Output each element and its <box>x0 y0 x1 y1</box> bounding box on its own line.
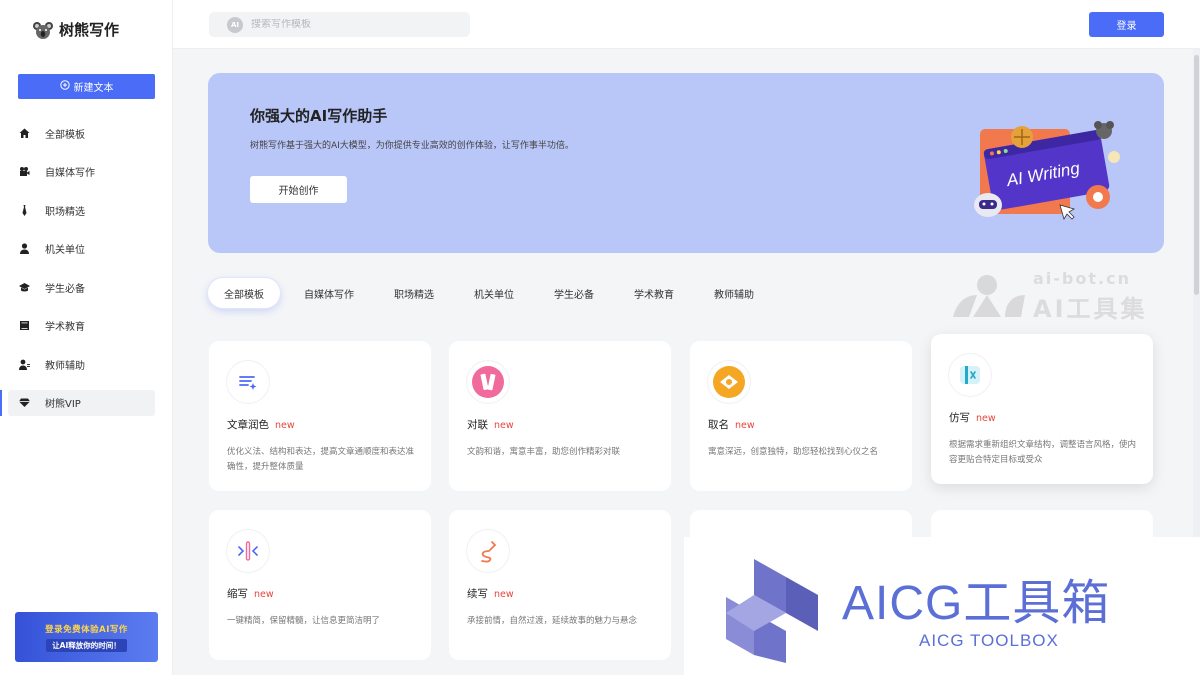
tie-icon <box>18 204 30 216</box>
card-title: 对联 <box>467 419 488 431</box>
sidebar-item-label: 自媒体写作 <box>45 168 95 180</box>
card-description: 寓意深远，创意独特，助您轻松找到心仪之名 <box>708 447 879 457</box>
sidebar-item-vip[interactable]: 树熊VIP <box>0 389 155 416</box>
card-title: 取名 <box>708 419 729 431</box>
home-icon <box>18 127 30 139</box>
new-text-label: 新建文本 <box>73 83 114 94</box>
card-title: 文章润色 <box>227 419 269 431</box>
new-badge: new <box>494 420 514 431</box>
app-logo[interactable]: 树熊写作 <box>33 19 119 40</box>
sidebar-item-teachers[interactable]: 教师辅助 <box>0 345 173 384</box>
sidebar-item-label: 职场精选 <box>45 206 85 218</box>
card-title: 续写 <box>467 588 488 600</box>
new-badge: new <box>976 413 996 424</box>
book-icon <box>18 320 30 332</box>
login-button[interactable]: 登录 <box>1089 12 1164 37</box>
ai-writing-illustration: AI Writing <box>968 117 1123 227</box>
diamond-icon <box>18 397 30 409</box>
template-card-polish[interactable]: 文章润色 new 优化义法、结构和表达，提高文章通顺度和表达准确性，提升整体质量 <box>209 341 431 491</box>
sidebar-item-all-templates[interactable]: 全部模板 <box>0 114 173 153</box>
card-description: 一键精简，保留精髓，让信息更简洁明了 <box>227 616 381 626</box>
sidebar-item-label: 机关单位 <box>45 245 85 257</box>
continue-icon <box>467 530 509 572</box>
abbreviate-icon <box>227 530 269 572</box>
app-name: 树熊写作 <box>59 21 120 39</box>
aibot-url: ai-bot.cn <box>1033 269 1131 288</box>
login-promo-banner[interactable]: 登录免费体验AI写作 让AI释放你的时间！ <box>15 612 158 662</box>
scrollbar-thumb[interactable] <box>1194 55 1199 295</box>
card-description: 文韵和谐，寓意丰富，助您创作精彩对联 <box>467 447 621 457</box>
card-title: 缩写 <box>227 588 248 600</box>
category-tabs: 全部模板 自媒体写作 职场精选 机关单位 学生必备 学术教育 教师辅助 <box>208 278 778 308</box>
new-badge: new <box>254 589 274 600</box>
new-badge: new <box>735 420 755 431</box>
sidebar-nav: 全部模板 自媒体写作 职场精选 机关单位 学生必备 学术教育 教师辅助 树熊VI… <box>0 114 173 416</box>
card-description: 承接前情，自然过渡，延续故事的魅力与悬念 <box>467 616 638 626</box>
hero-subtitle: 树熊写作基于强大的AI大模型，为你提供专业高效的创作体验，让写作事半功倍。 <box>250 141 574 151</box>
new-badge: new <box>275 420 295 431</box>
sidebar-item-label: 学术教育 <box>45 322 85 334</box>
template-card-imitate[interactable]: 仿写 new 根据需求重新组织文章结构，调整语言风格，使内容更贴合特定目标或受众 <box>931 334 1153 484</box>
new-text-button[interactable]: 新建文本 <box>18 74 155 99</box>
aibot-logo-icon <box>953 275 1025 317</box>
sidebar-item-students[interactable]: 学生必备 <box>0 268 173 307</box>
aicg-watermark: AICG工具箱 AICG TOOLBOX <box>684 537 1200 675</box>
sidebar: 树熊写作 新建文本 全部模板 自媒体写作 职场精选 机关单位 学生必备 学术教育… <box>0 0 173 675</box>
aicg-name: AICG工具箱 <box>842 577 1111 630</box>
search-box[interactable]: AI <box>209 12 470 37</box>
template-card-continue[interactable]: 续写 new 承接前情，自然过渡，延续故事的魅力与悬念 <box>449 510 671 660</box>
tab-government[interactable]: 机关单位 <box>458 278 530 308</box>
imitate-icon <box>949 354 991 396</box>
user-icon <box>18 243 30 255</box>
card-description: 根据需求重新组织文章结构，调整语言风格，使内容更贴合特定目标或受众 <box>949 440 1137 465</box>
polish-icon <box>227 361 269 403</box>
aicg-subtitle: AICG TOOLBOX <box>919 631 1059 650</box>
template-card-abbreviate[interactable]: 缩写 new 一键精简，保留精髓，让信息更简洁明了 <box>209 510 431 660</box>
naming-icon <box>708 361 750 403</box>
aibot-name: AI工具集 <box>1033 295 1148 323</box>
card-description: 优化义法、结构和表达，提高文章通顺度和表达准确性，提升整体质量 <box>227 447 415 472</box>
tab-workplace[interactable]: 职场精选 <box>378 278 450 308</box>
sidebar-item-self-media[interactable]: 自媒体写作 <box>0 153 173 192</box>
sidebar-item-label: 树熊VIP <box>45 399 81 410</box>
aicg-logo-icon <box>726 559 818 663</box>
sidebar-item-label: 全部模板 <box>45 129 85 141</box>
search-input[interactable] <box>251 19 451 30</box>
promo-tagline: 让AI释放你的时间！ <box>46 638 127 652</box>
sidebar-item-academic[interactable]: 学术教育 <box>0 307 173 346</box>
tab-teachers[interactable]: 教师辅助 <box>698 278 770 308</box>
camera-icon <box>18 166 30 178</box>
start-writing-button[interactable]: 开始创作 <box>250 176 347 203</box>
hero-title: 你强大的AI写作助手 <box>250 107 388 125</box>
aibot-watermark: ai-bot.cn AI工具集 <box>945 265 1180 325</box>
hero-banner: 你强大的AI写作助手 树熊写作基于强大的AI大模型，为你提供专业高效的创作体验，… <box>208 73 1164 253</box>
tab-all-templates[interactable]: 全部模板 <box>208 278 280 308</box>
sidebar-item-workplace[interactable]: 职场精选 <box>0 191 173 230</box>
graduation-cap-icon <box>18 281 30 293</box>
ai-search-icon: AI <box>227 16 243 33</box>
sidebar-item-label: 学生必备 <box>45 283 85 295</box>
top-bar: AI 登录 <box>173 0 1200 49</box>
tab-students[interactable]: 学生必备 <box>538 278 610 308</box>
card-title: 仿写 <box>949 412 970 424</box>
template-card-naming[interactable]: 取名 new 寓意深远，创意独特，助您轻松找到心仪之名 <box>690 341 912 491</box>
new-badge: new <box>494 589 514 600</box>
sidebar-item-label: 教师辅助 <box>45 360 85 372</box>
teacher-icon <box>18 358 30 370</box>
template-card-couplet[interactable]: 对联 new 文韵和谐，寓意丰富，助您创作精彩对联 <box>449 341 671 491</box>
tab-self-media[interactable]: 自媒体写作 <box>288 278 370 308</box>
plus-circle-icon <box>59 80 70 93</box>
sidebar-item-government[interactable]: 机关单位 <box>0 230 173 269</box>
promo-headline: 登录免费体验AI写作 <box>45 624 128 635</box>
koala-logo-icon <box>33 20 53 40</box>
couplet-icon <box>467 361 509 403</box>
tab-academic[interactable]: 学术教育 <box>618 278 690 308</box>
